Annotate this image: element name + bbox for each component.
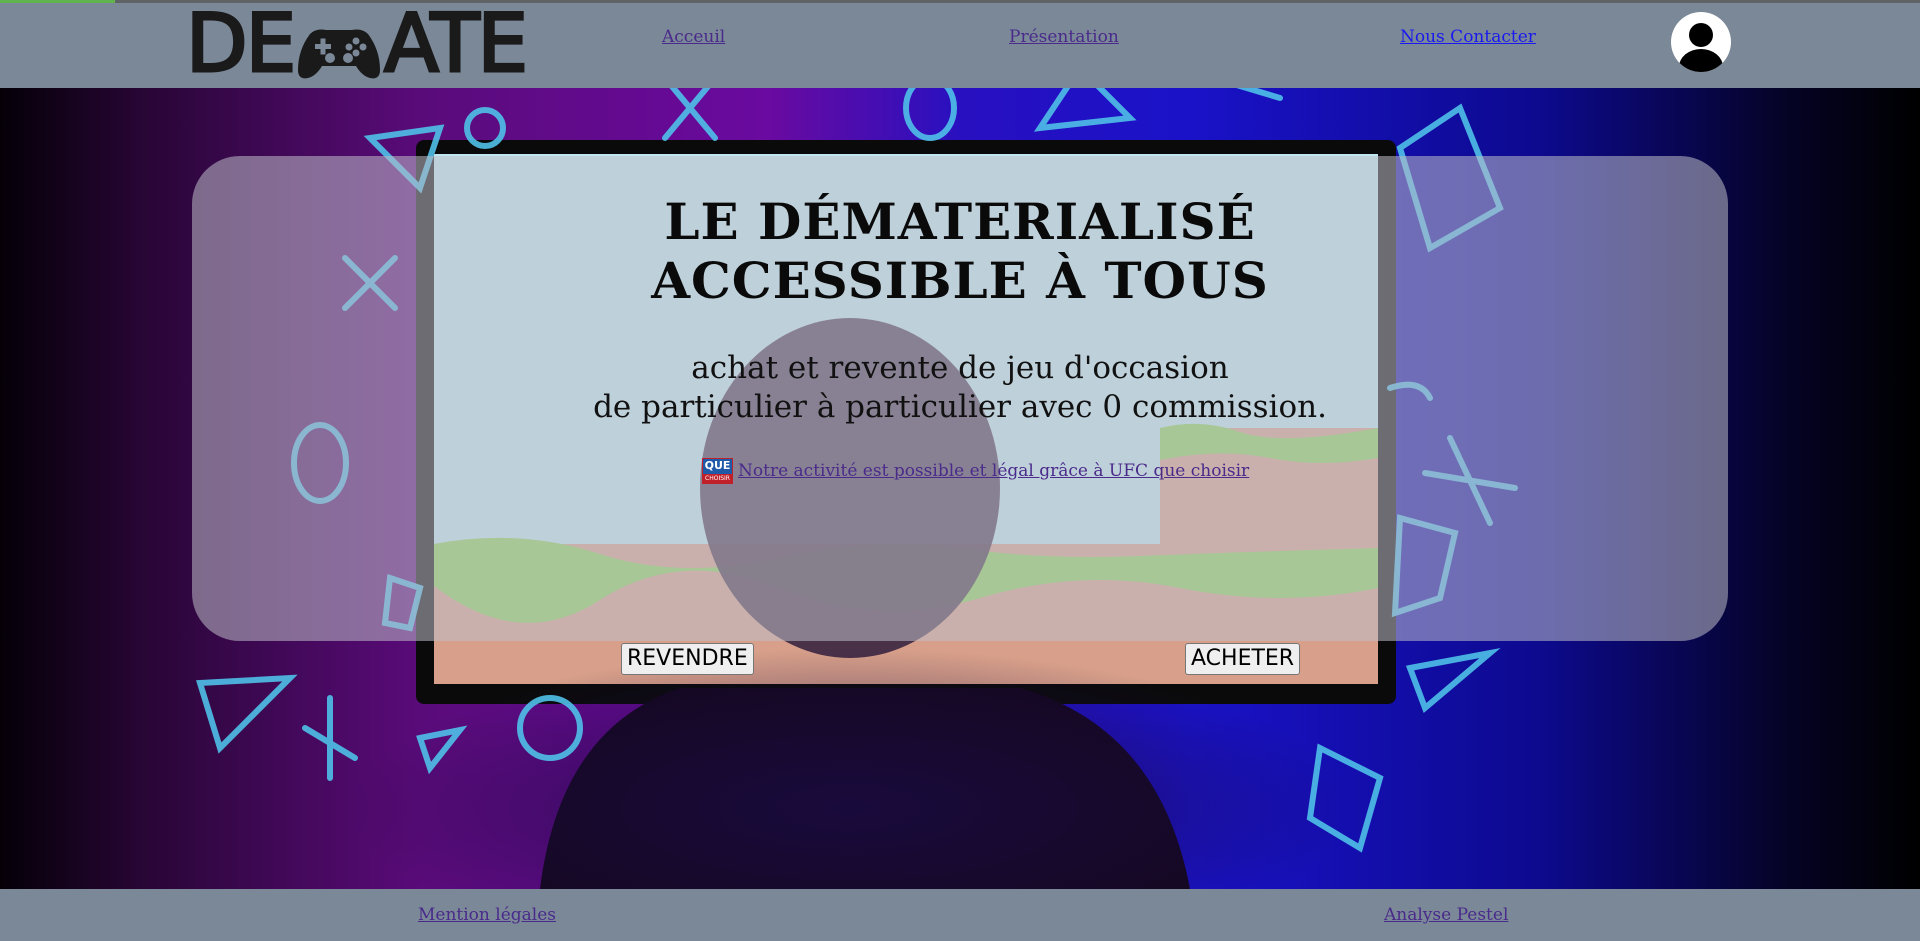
ufc-logo-que: QUE <box>704 459 731 472</box>
nav-link-presentation[interactable]: Présentation <box>1009 27 1119 47</box>
ufc-notice: QUE CHOISIR Notre activité est possible … <box>702 458 1249 484</box>
hero-title: LE DÉMATERIALISÉ ACCESSIBLE À TOUS <box>192 192 1728 310</box>
hero-subtitle: achat et revente de jeu d'occasion de pa… <box>192 349 1728 427</box>
hero-title-line1: LE DÉMATERIALISÉ <box>664 192 1256 251</box>
footer-link-legal[interactable]: Mention légales <box>418 905 556 925</box>
user-avatar-icon[interactable] <box>1671 12 1731 72</box>
hero-subtitle-line1: achat et revente de jeu d'occasion <box>691 350 1229 386</box>
nav-link-accueil[interactable]: Acceuil <box>662 27 725 47</box>
site-footer: Mention légales Analyse Pestel <box>0 889 1920 941</box>
ufc-link[interactable]: Notre activité est possible et légal grâ… <box>738 461 1249 481</box>
logo-text-right: ATE <box>383 0 530 90</box>
hero-title-line2: ACCESSIBLE À TOUS <box>651 251 1269 310</box>
logo-text-left: DE <box>184 0 297 90</box>
logo[interactable]: DE ATE <box>184 2 529 85</box>
hero-subtitle-line2: de particulier à particulier avec 0 comm… <box>593 389 1327 425</box>
footer-link-pestel[interactable]: Analyse Pestel <box>1384 905 1508 925</box>
nav-link-contact[interactable]: Nous Contacter <box>1400 27 1536 47</box>
site-header: DE ATE Acceuil Présentation Nous Contact… <box>0 0 1920 88</box>
ufc-que-choisir-logo: QUE CHOISIR <box>702 458 733 484</box>
gamepad-icon <box>296 15 382 79</box>
acheter-button[interactable]: ACHETER <box>1185 643 1301 675</box>
ufc-logo-choisir: CHOISIR <box>703 474 732 483</box>
revendre-button[interactable]: REVENDRE <box>621 643 754 675</box>
